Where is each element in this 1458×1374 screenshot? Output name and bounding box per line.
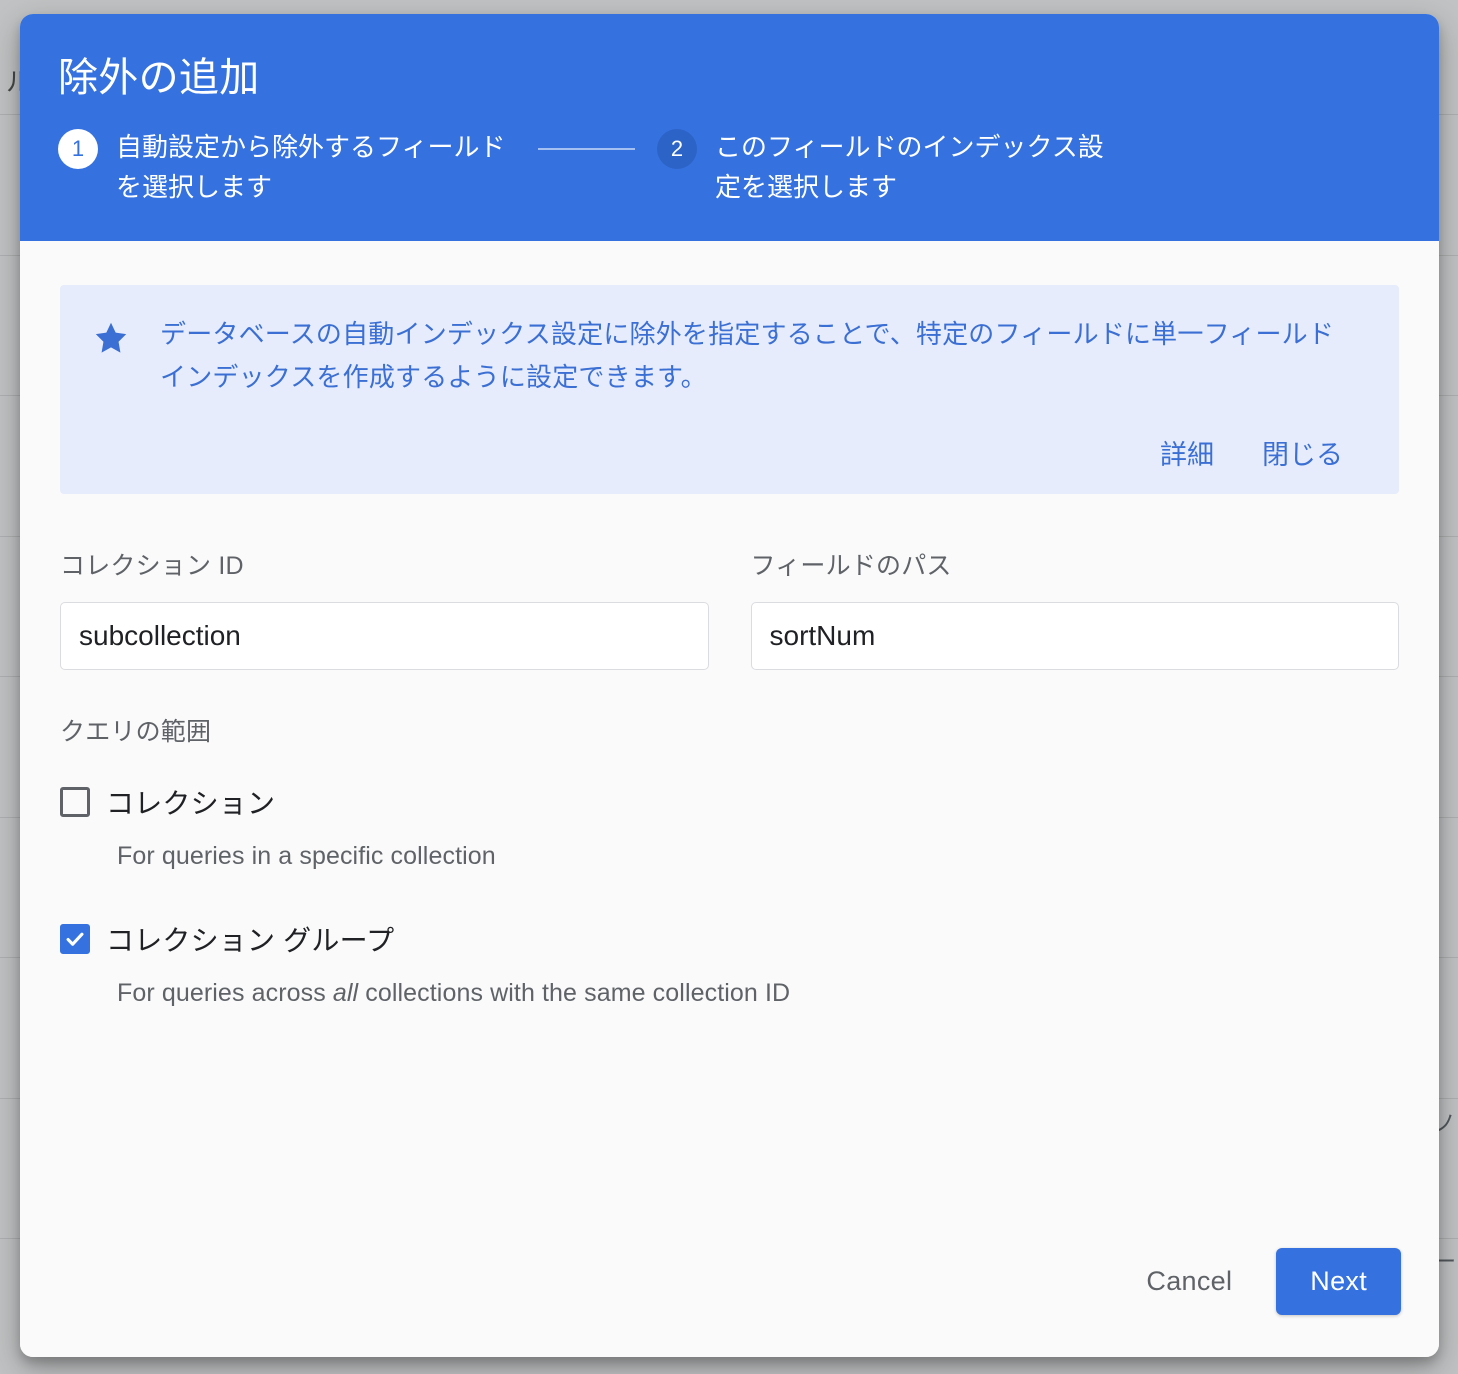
dialog-header: 除外の追加 1 自動設定から除外するフィールドを選択します 2 このフィールドの… xyxy=(20,14,1439,242)
stepper: 1 自動設定から除外するフィールドを選択します 2 このフィールドのインデックス… xyxy=(58,128,1439,207)
query-scope-legend: クエリの範囲 xyxy=(60,718,212,747)
banner-details-link[interactable]: 詳細 xyxy=(1158,429,1216,476)
scope-option-collection: コレクション For queries in a specific collect… xyxy=(60,782,1399,871)
scope-option-collection-group-hint: For queries across all collections with … xyxy=(117,979,1399,1008)
info-banner-content: データベースの自動インデックス設定に除外を指定することで、特定のフィールドに単一… xyxy=(92,313,1367,399)
step-1-badge: 1 xyxy=(58,129,98,169)
step-2-badge: 2 xyxy=(657,129,697,169)
info-banner-actions: 詳細 閉じる xyxy=(92,429,1367,476)
add-exclusion-dialog: 除外の追加 1 自動設定から除外するフィールドを選択します 2 このフィールドの… xyxy=(20,14,1439,1357)
star-icon xyxy=(92,319,130,357)
stepper-step-1[interactable]: 1 自動設定から除外するフィールドを選択します xyxy=(58,128,516,207)
scope-option-collection-group: コレクション グループ For queries across all colle… xyxy=(60,919,1399,1008)
dialog-footer: Cancel Next xyxy=(20,1248,1439,1357)
collection-id-field: コレクション ID xyxy=(60,546,709,671)
checkbox-collection[interactable] xyxy=(60,787,90,818)
banner-dismiss-link[interactable]: 閉じる xyxy=(1260,429,1345,476)
collection-id-label: コレクション ID xyxy=(60,552,244,581)
checkbox-collection-group[interactable] xyxy=(60,924,90,955)
scope-hint-group-text-before: For queries across xyxy=(117,979,333,1008)
scope-option-collection-label: コレクション xyxy=(106,788,276,820)
form-row: コレクション ID フィールドのパス xyxy=(60,546,1399,671)
step-1-label: 自動設定から除外するフィールドを選択します xyxy=(116,132,506,202)
scope-option-collection-hint: For queries in a specific collection xyxy=(117,842,1399,871)
scope-hint-group-text-after: collections with the same collection ID xyxy=(358,979,791,1008)
scope-hint-collection-text: For queries in a specific collection xyxy=(117,842,496,871)
collection-id-input[interactable] xyxy=(60,602,709,671)
scope-option-collection-group-label: コレクション グループ xyxy=(106,925,395,957)
field-path-field: フィールドのパス xyxy=(750,546,1399,671)
scope-option-collection-group-row[interactable]: コレクション グループ xyxy=(60,919,1399,959)
scope-hint-group-text-italic: all xyxy=(332,979,359,1008)
step-2-label: このフィールドのインデックス設定を選択します xyxy=(715,132,1104,202)
field-path-label: フィールドのパス xyxy=(750,552,952,581)
dialog-body: データベースの自動インデックス設定に除外を指定することで、特定のフィールドに単一… xyxy=(20,241,1439,1248)
field-path-input[interactable] xyxy=(750,602,1399,671)
cancel-button[interactable]: Cancel xyxy=(1120,1252,1258,1311)
query-scope-section: クエリの範囲 コレクション For queries in a specific … xyxy=(60,712,1399,1008)
next-button[interactable]: Next xyxy=(1276,1248,1401,1315)
dialog-title: 除外の追加 xyxy=(58,56,260,100)
info-banner: データベースの自動インデックス設定に除外を指定することで、特定のフィールドに単一… xyxy=(60,285,1399,495)
stepper-step-2[interactable]: 2 このフィールドのインデックス設定を選択します xyxy=(657,128,1115,207)
info-banner-text: データベースの自動インデックス設定に除外を指定することで、特定のフィールドに単一… xyxy=(160,319,1335,393)
scope-option-collection-row[interactable]: コレクション xyxy=(60,782,1399,822)
stepper-connector xyxy=(538,148,635,150)
